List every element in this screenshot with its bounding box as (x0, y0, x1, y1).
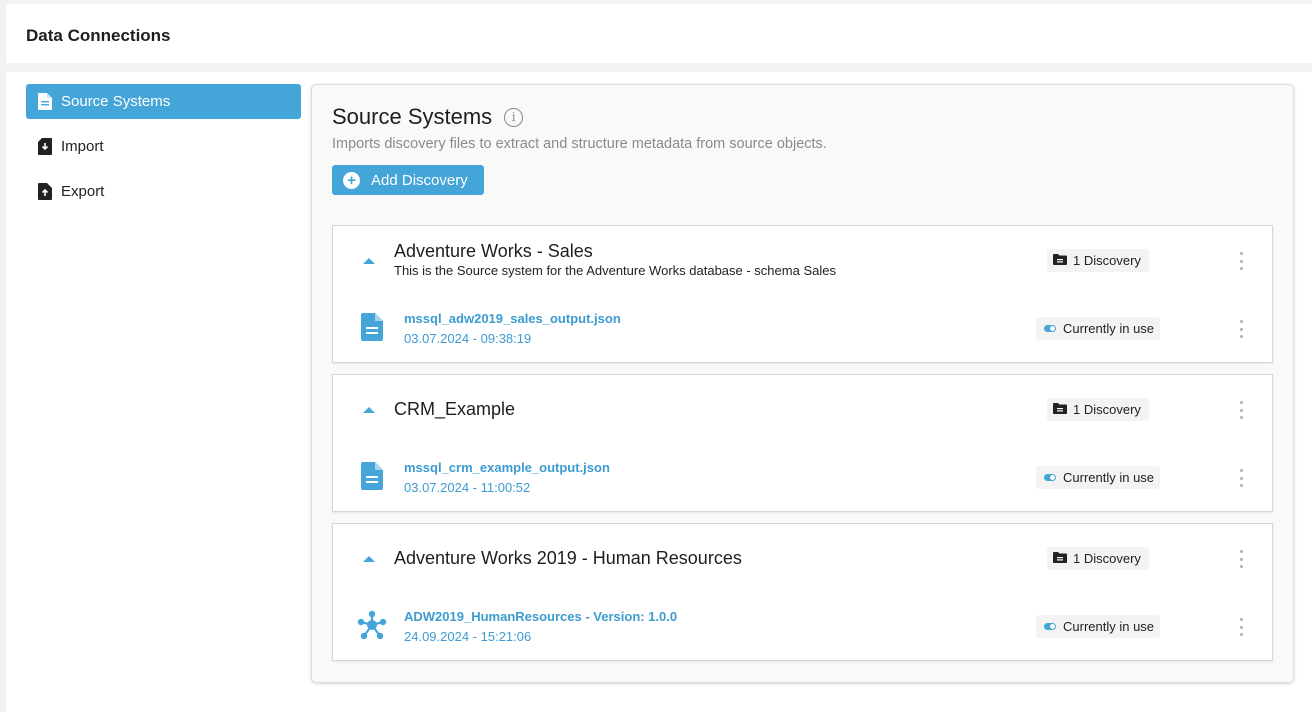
file-name-text: ADW2019_HumanResources (404, 609, 582, 624)
top-bar: Data Connections (6, 4, 1312, 63)
info-icon[interactable]: i (504, 107, 524, 127)
discovery-count-badge: 1 Discovery (1047, 398, 1149, 421)
discovery-count-badge: 1 Discovery (1047, 249, 1149, 272)
source-system-card: Adventure Works 2019 - Human Resources 1… (332, 523, 1273, 661)
status-badge: Currently in use (1036, 317, 1161, 340)
folder-icon (1053, 551, 1067, 566)
file-menu-icon[interactable] (1238, 320, 1244, 338)
export-icon (38, 183, 52, 200)
status-label: Currently in use (1063, 470, 1155, 485)
badge-label: 1 Discovery (1073, 551, 1141, 566)
badge-label: 1 Discovery (1073, 253, 1141, 268)
collapse-toggle-icon[interactable] (363, 258, 375, 264)
card-menu-icon[interactable] (1238, 252, 1244, 270)
plus-circle-icon: + (343, 171, 360, 189)
collapse-toggle-icon[interactable] (363, 407, 375, 413)
status-label: Currently in use (1063, 619, 1155, 634)
status-badge: Currently in use (1036, 615, 1161, 638)
source-system-title: Adventure Works - Sales (394, 241, 593, 261)
file-date: 03.07.2024 - 11:00:52 (404, 480, 531, 495)
document-icon (38, 93, 52, 110)
collapse-toggle-icon[interactable] (363, 556, 375, 562)
file-name-text: mssql_adw2019_sales_output.json (404, 311, 621, 326)
toggle-on-icon (1044, 325, 1056, 332)
file-date: 24.09.2024 - 15:21:06 (404, 629, 532, 644)
status-badge: Currently in use (1036, 466, 1161, 489)
file-menu-icon[interactable] (1238, 618, 1244, 636)
discovery-count-badge: 1 Discovery (1047, 547, 1149, 570)
file-menu-icon[interactable] (1238, 469, 1244, 487)
sidebar-item-label: Export (61, 183, 105, 200)
folder-icon (1053, 402, 1067, 417)
add-discovery-button[interactable]: + Add Discovery (332, 165, 484, 195)
add-discovery-label: Add Discovery (371, 171, 468, 189)
source-system-card: CRM_Example 1 Discovery mssql_crm_exampl… (332, 374, 1273, 512)
import-icon (38, 138, 52, 155)
source-system-title: CRM_Example (394, 399, 516, 419)
panel-title: Source Systems i (332, 104, 524, 130)
toggle-on-icon (1044, 474, 1056, 481)
discovery-file-link[interactable]: mssql_crm_example_output.json (404, 460, 610, 475)
file-version: - Version: 1.0.0 (581, 609, 678, 624)
page-title: Data Connections (26, 26, 171, 45)
status-label: Currently in use (1063, 321, 1155, 336)
sidebar-item-import[interactable]: Import (26, 129, 301, 164)
source-system-title: Adventure Works 2019 - Human Resources (394, 548, 742, 568)
file-icon (359, 462, 385, 490)
content-area: Source Systems Import Export Source Syst… (6, 72, 1312, 712)
discovery-file-link[interactable]: ADW2019_HumanResources - Version: 1.0.0 (404, 609, 677, 624)
sidebar-nav: Source Systems Import Export (26, 84, 301, 219)
sidebar-item-label: Source Systems (61, 93, 171, 110)
sidebar-item-source-systems[interactable]: Source Systems (26, 84, 301, 119)
sidebar-item-label: Import (61, 138, 104, 155)
source-system-description: This is the Source system for the Advent… (394, 263, 836, 278)
toggle-on-icon (1044, 623, 1056, 630)
file-name-text: mssql_crm_example_output.json (404, 460, 610, 475)
card-menu-icon[interactable] (1238, 401, 1244, 419)
folder-icon (1053, 253, 1067, 268)
source-system-card: Adventure Works - Sales This is the Sour… (332, 225, 1273, 363)
source-systems-panel: Source Systems i Imports discovery files… (311, 84, 1294, 683)
discovery-file-link[interactable]: mssql_adw2019_sales_output.json (404, 311, 621, 326)
network-icon (357, 610, 387, 640)
panel-subtitle: Imports discovery files to extract and s… (332, 136, 827, 152)
card-menu-icon[interactable] (1238, 550, 1244, 568)
file-icon (359, 313, 385, 341)
file-date: 03.07.2024 - 09:38:19 (404, 331, 532, 346)
sidebar-item-export[interactable]: Export (26, 174, 301, 209)
badge-label: 1 Discovery (1073, 402, 1141, 417)
panel-title-text: Source Systems (332, 104, 493, 129)
